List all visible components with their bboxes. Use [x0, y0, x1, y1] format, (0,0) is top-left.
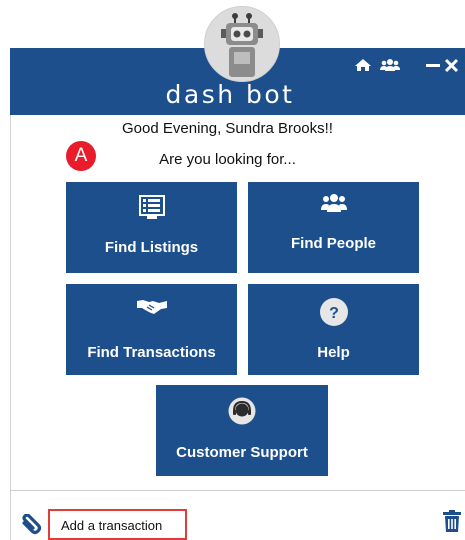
help-button[interactable]: ? Help — [248, 284, 419, 375]
handshake-icon — [136, 300, 167, 314]
listing-icon — [138, 195, 165, 219]
footer-divider — [10, 490, 465, 491]
tile-label: Find Transactions — [87, 344, 216, 361]
tile-label: Help — [317, 344, 350, 361]
headset-icon — [228, 397, 256, 425]
trash-icon[interactable] — [443, 510, 461, 532]
prompt-text: Are you looking for... — [159, 151, 296, 168]
svg-text:?: ? — [329, 305, 339, 322]
find-people-button[interactable]: Find People — [248, 182, 419, 273]
minimize-icon[interactable] — [426, 58, 440, 72]
app-title: dash bot — [165, 80, 295, 109]
greeting-text: Good Evening, Sundra Brooks!! — [122, 120, 333, 137]
tile-label: Find Listings — [104, 239, 199, 256]
message-input[interactable]: Add a transaction — [48, 509, 187, 540]
customer-support-button[interactable]: Customer Support — [156, 385, 328, 476]
tile-label: Find People — [290, 235, 376, 252]
group-icon[interactable] — [380, 58, 400, 72]
close-icon[interactable] — [445, 58, 458, 72]
help-icon: ? — [319, 298, 348, 326]
home-icon[interactable] — [354, 58, 372, 72]
find-listings-button[interactable]: Find Listings — [66, 182, 237, 273]
people-icon — [320, 194, 347, 212]
paperclip-icon[interactable] — [20, 514, 42, 536]
tile-label: Customer Support — [176, 444, 308, 461]
robot-avatar-icon — [204, 6, 280, 82]
find-transactions-button[interactable]: Find Transactions — [66, 284, 237, 375]
